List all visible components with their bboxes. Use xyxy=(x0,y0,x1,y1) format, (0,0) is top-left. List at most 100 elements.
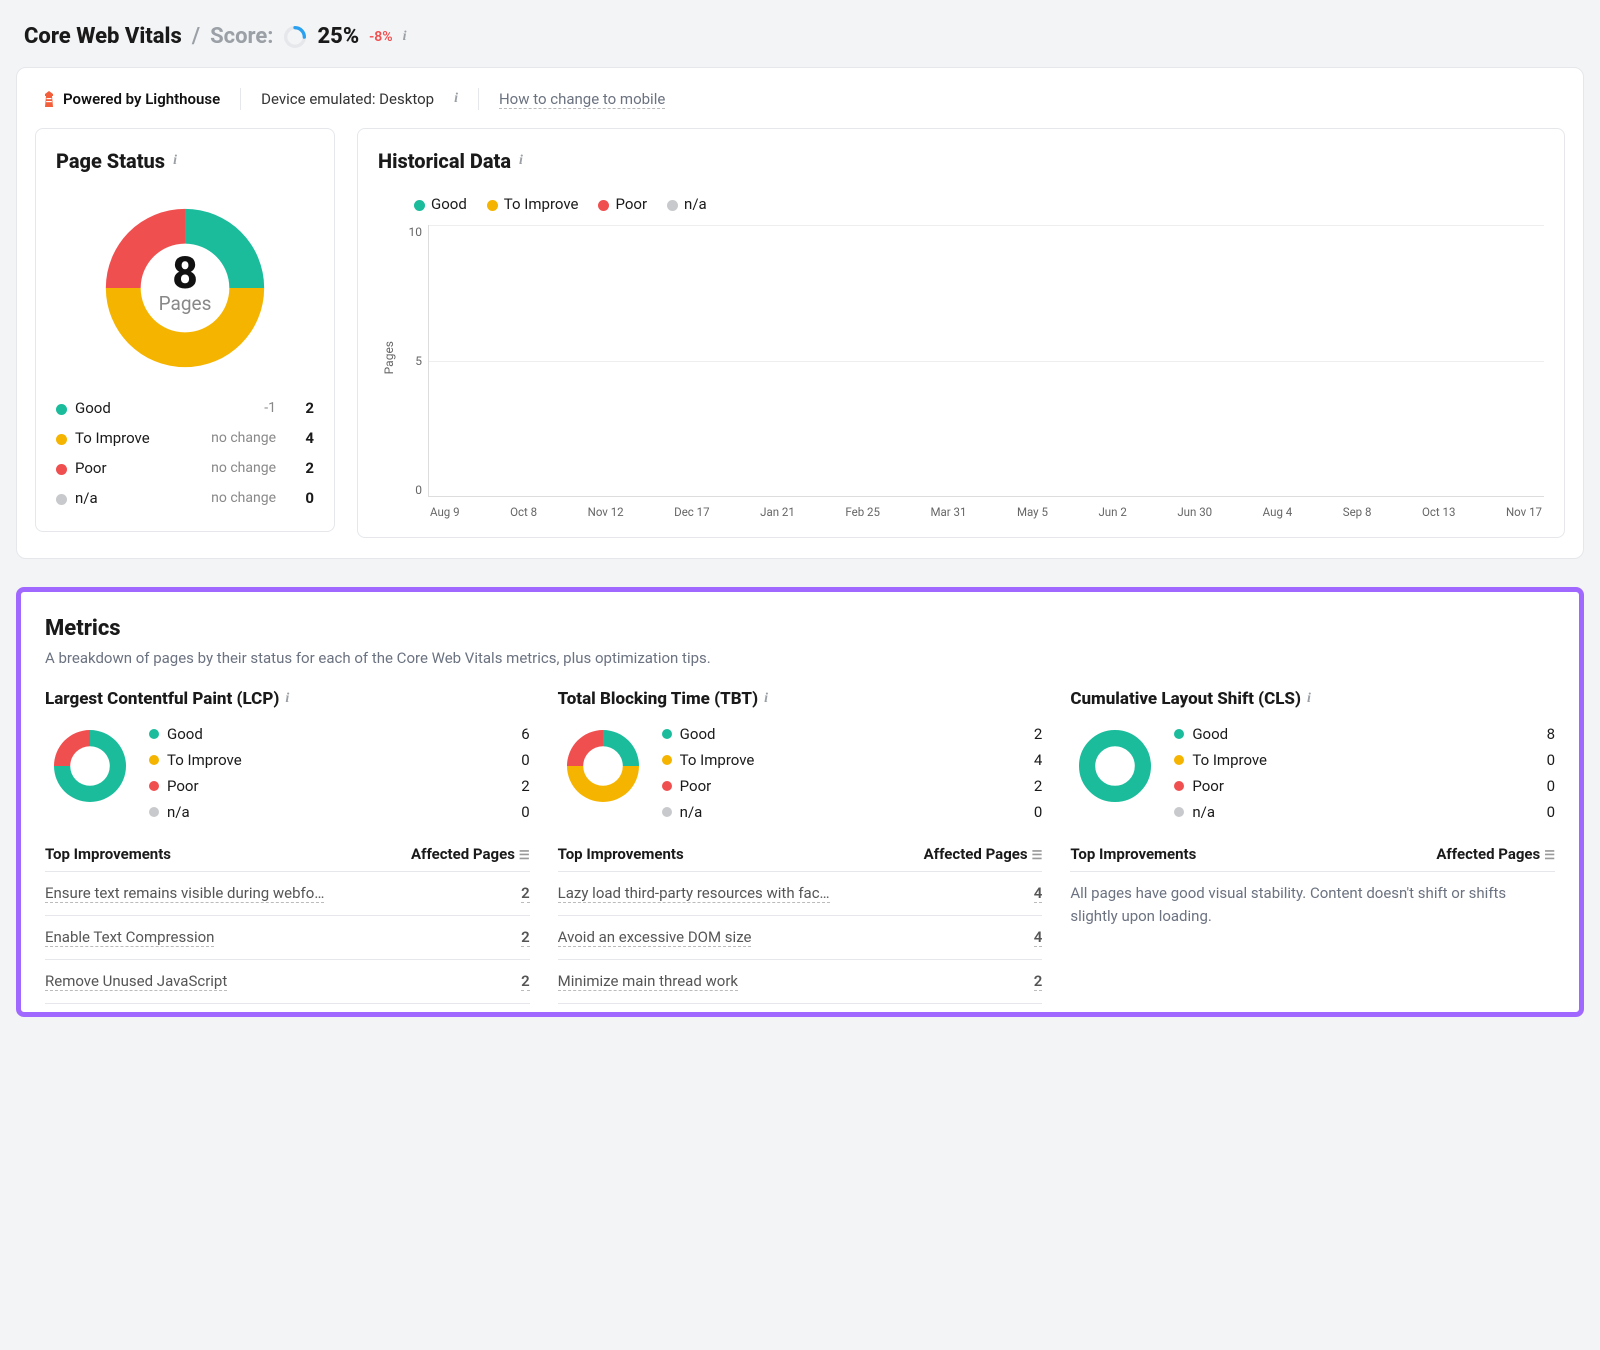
metric-legend-row: To Improve0 xyxy=(1174,747,1555,773)
how-to-mobile-link[interactable]: How to change to mobile xyxy=(499,90,665,109)
improvement-link[interactable]: Ensure text remains visible during webfo… xyxy=(45,884,324,903)
status-dot-icon xyxy=(56,494,67,505)
improvement-link[interactable]: Enable Text Compression xyxy=(45,928,214,947)
legend-item[interactable]: Good xyxy=(414,195,467,213)
sort-icon[interactable]: ☰ xyxy=(1544,848,1555,862)
legend-dot-icon xyxy=(662,729,672,739)
metric-legend: Good8To Improve0Poor0n/a0 xyxy=(1174,721,1555,825)
improvement-link[interactable]: Lazy load third-party resources with fac… xyxy=(558,884,830,903)
info-icon[interactable]: i xyxy=(173,153,177,169)
x-tick: Dec 17 xyxy=(674,505,709,519)
metric-legend-label: Poor xyxy=(167,777,199,795)
metric-legend-value: 0 xyxy=(1034,803,1042,821)
improvement-count[interactable]: 2 xyxy=(521,928,530,947)
info-icon[interactable]: i xyxy=(519,153,523,169)
x-tick: Nov 12 xyxy=(588,505,624,519)
metric-legend-row: Poor2 xyxy=(662,773,1043,799)
metric-donut xyxy=(1070,721,1160,811)
x-tick: Oct 13 xyxy=(1422,505,1455,519)
metric-legend-value: 0 xyxy=(1547,777,1555,795)
improvement-count[interactable]: 2 xyxy=(521,884,530,903)
score-ring-icon xyxy=(283,25,307,49)
page-status-panel: Page Statusi 8 Pages Good-12To Improveno… xyxy=(35,128,335,532)
legend-item[interactable]: Poor xyxy=(598,195,647,213)
metric-legend-value: 4 xyxy=(1034,751,1042,769)
improvement-link[interactable]: Remove Unused JavaScript xyxy=(45,972,227,991)
x-tick: Jun 30 xyxy=(1177,505,1212,519)
improvements-head-label: Top Improvements xyxy=(45,845,171,863)
status-label: To Improve xyxy=(75,429,150,447)
y-axis-label: Pages xyxy=(378,341,400,374)
metric-legend-label: Good xyxy=(167,725,203,743)
metric-legend-row: To Improve4 xyxy=(662,747,1043,773)
page-status-donut: 8 Pages xyxy=(90,193,280,383)
main-card: Powered by Lighthouse Device emulated: D… xyxy=(16,67,1584,559)
metric-legend-label: To Improve xyxy=(167,751,242,769)
x-tick: Aug 4 xyxy=(1263,505,1293,519)
info-icon[interactable]: i xyxy=(285,691,289,707)
legend-dot-icon xyxy=(149,807,159,817)
status-value: 0 xyxy=(290,483,314,513)
sort-icon[interactable]: ☰ xyxy=(519,848,530,862)
metric-legend-row: To Improve 0 xyxy=(149,747,530,773)
metric-legend-value: 2 xyxy=(1034,777,1042,795)
x-tick: Jan 21 xyxy=(760,505,795,519)
score-delta: -8% xyxy=(369,29,392,45)
legend-dot-icon xyxy=(662,755,672,765)
x-tick: May 5 xyxy=(1017,505,1048,519)
x-tick: Aug 9 xyxy=(430,505,460,519)
status-dot-icon xyxy=(56,434,67,445)
improvement-count[interactable]: 4 xyxy=(1034,884,1043,903)
improvement-count[interactable]: 4 xyxy=(1034,928,1043,947)
page-status-title: Page Statusi xyxy=(56,149,314,173)
improvement-count[interactable]: 2 xyxy=(521,972,530,991)
improvements-header: Top ImprovementsAffected Pages☰ xyxy=(558,845,1043,872)
no-improvements-text: All pages have good visual stability. Co… xyxy=(1070,872,1555,927)
y-tick: 10 xyxy=(409,225,423,239)
improvement-link[interactable]: Minimize main thread work xyxy=(558,972,738,991)
legend-dot-icon xyxy=(149,729,159,739)
x-tick: Feb 25 xyxy=(845,505,880,519)
status-row: n/ano change0 xyxy=(56,483,314,513)
legend-dot-icon xyxy=(598,200,609,211)
status-row: To Improveno change4 xyxy=(56,423,314,453)
affected-head-label[interactable]: Affected Pages☰ xyxy=(411,845,530,863)
metrics-title: Metrics xyxy=(45,616,1555,641)
info-icon[interactable]: i xyxy=(454,91,458,107)
affected-head-label[interactable]: Affected Pages☰ xyxy=(924,845,1043,863)
historical-title: Historical Datai xyxy=(378,149,1544,173)
powered-by: Powered by Lighthouse xyxy=(43,90,220,108)
metric-legend: Good6To Improve0Poor2n/a0 xyxy=(149,721,530,825)
page-status-table: Good-12To Improveno change4Poorno change… xyxy=(56,393,314,513)
info-icon[interactable]: i xyxy=(764,691,768,707)
metrics-desc: A breakdown of pages by their status for… xyxy=(45,649,1555,667)
historical-panel: Historical Datai Good To Improve Poor n/a P… xyxy=(357,128,1565,538)
x-tick: Oct 8 xyxy=(510,505,537,519)
affected-head-label[interactable]: Affected Pages☰ xyxy=(1436,845,1555,863)
metric-legend-value: 8 xyxy=(1547,725,1555,743)
legend-item[interactable]: n/a xyxy=(667,195,707,213)
title-separator: / xyxy=(192,24,200,49)
y-tick: 0 xyxy=(415,483,422,497)
metric-legend-row: n/a0 xyxy=(1174,799,1555,825)
status-dot-icon xyxy=(56,464,67,475)
metric-legend-value: 2 xyxy=(521,777,529,795)
legend-dot-icon xyxy=(667,200,678,211)
metric-legend-row: Good 2 xyxy=(662,721,1043,747)
legend-dot-icon xyxy=(1174,781,1184,791)
legend-item[interactable]: To Improve xyxy=(487,195,579,213)
metric-legend-label: Good xyxy=(680,725,716,743)
status-row: Good-12 xyxy=(56,393,314,423)
sort-icon[interactable]: ☰ xyxy=(1032,848,1043,862)
improvement-link[interactable]: Avoid an excessive DOM size xyxy=(558,928,752,947)
status-change: -1 xyxy=(183,393,290,423)
status-change: no change xyxy=(183,483,290,513)
lighthouse-icon xyxy=(43,91,55,107)
improvement-count[interactable]: 2 xyxy=(1034,972,1043,991)
metric-legend-value: 0 xyxy=(521,751,529,769)
metric-legend-value: 2 xyxy=(1034,725,1042,743)
improvement-row: Remove Unused JavaScript 2 xyxy=(45,960,530,1004)
info-icon[interactable]: i xyxy=(403,29,407,45)
historical-chart: Pages 1050 Aug 9Oct 8Nov 12Dec 17Jan 21F… xyxy=(378,219,1544,519)
info-icon[interactable]: i xyxy=(1307,691,1311,707)
